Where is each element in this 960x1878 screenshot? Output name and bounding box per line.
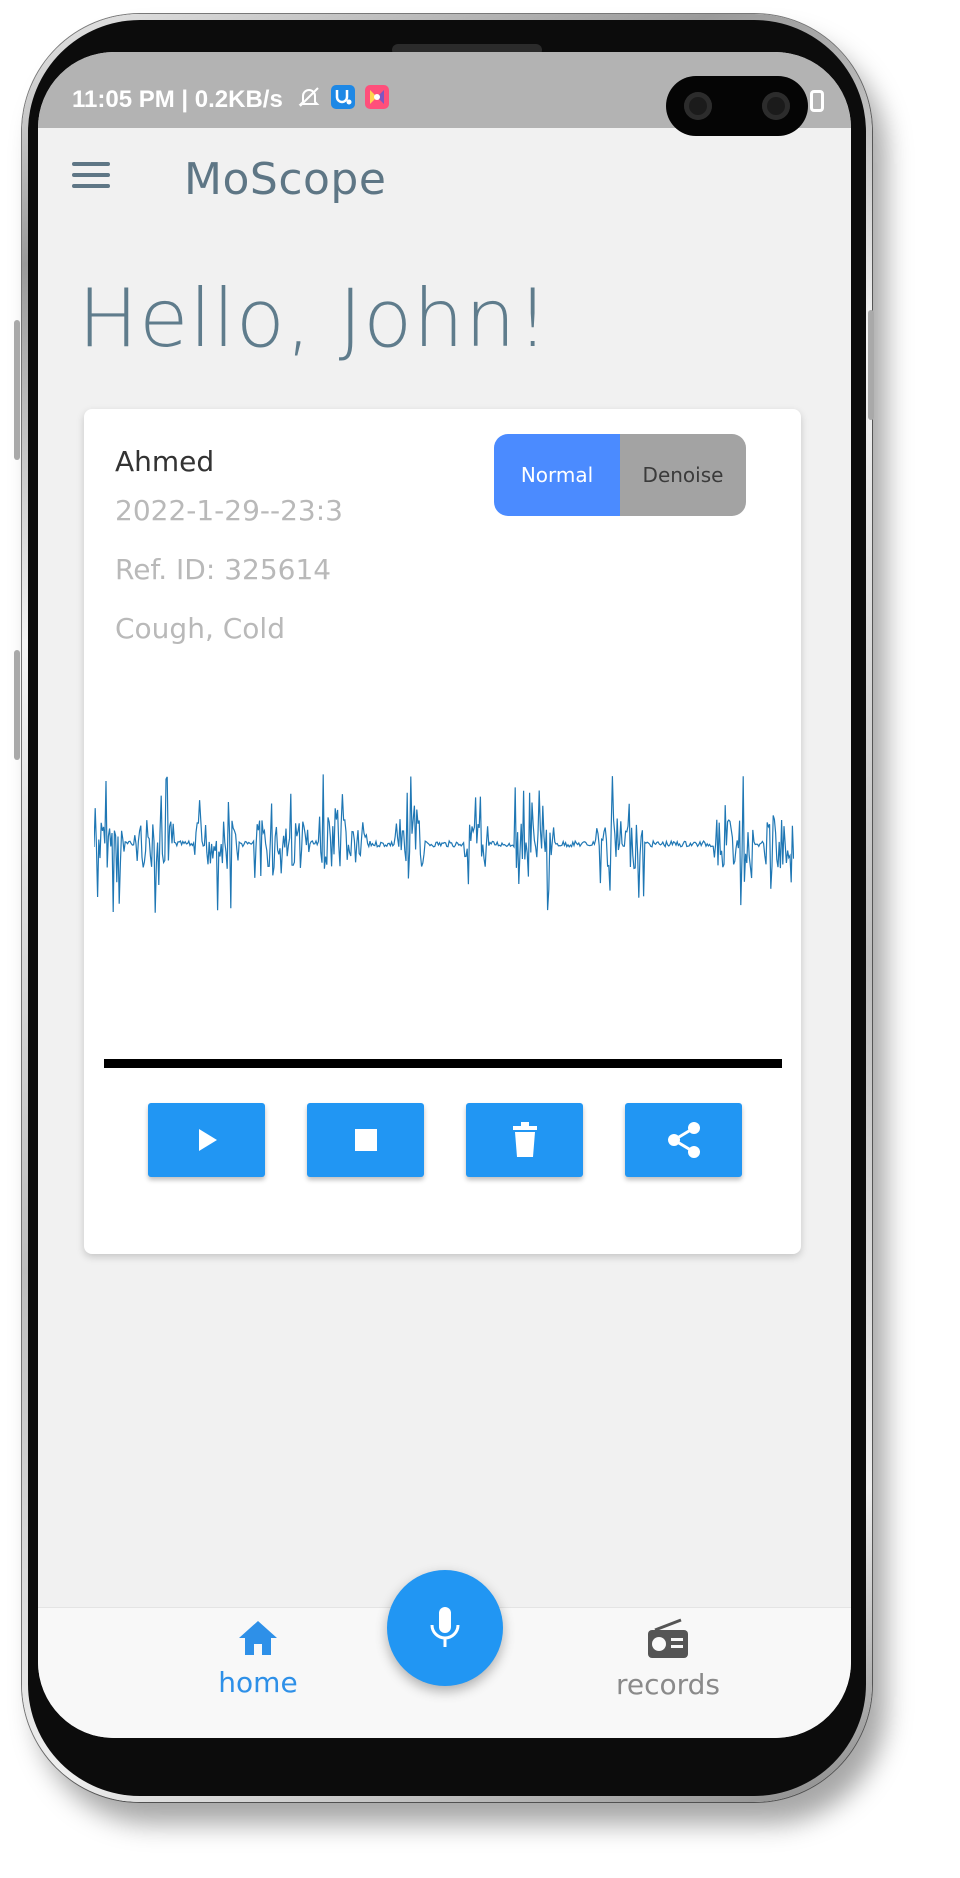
phone-screen: 11:05 PM | 0.2KB/s MoScope Hello, John! …: [38, 52, 851, 1738]
stethoscope-app-icon: [330, 84, 356, 110]
playback-progress-line[interactable]: [104, 1059, 782, 1068]
audio-mode-toggle: Normal Denoise: [494, 434, 746, 516]
greeting-heading: Hello, John!: [78, 272, 550, 365]
camera-lens: [684, 92, 712, 120]
radio-icon: [648, 1618, 688, 1658]
playback-controls: [148, 1103, 748, 1177]
status-icons: [296, 84, 390, 110]
stop-icon: [354, 1129, 377, 1151]
share-button[interactable]: [625, 1103, 742, 1177]
waveform-trace: [94, 774, 794, 913]
battery-icon: [810, 90, 824, 112]
share-icon: [667, 1122, 700, 1158]
app-bar: MoScope: [38, 128, 851, 232]
trash-icon: [512, 1122, 537, 1157]
patient-name: Ahmed: [115, 445, 215, 478]
camera-lens: [762, 92, 790, 120]
recording-date: 2022-1-29--23:3: [115, 494, 343, 527]
front-camera-cutout: [666, 76, 808, 136]
bixby-button: [14, 650, 20, 760]
stop-button[interactable]: [307, 1103, 424, 1177]
app-title: MoScope: [184, 154, 387, 205]
hamburger-menu-icon[interactable]: [72, 162, 112, 190]
record-microphone-button[interactable]: [387, 1570, 503, 1686]
bell-off-icon: [296, 84, 322, 110]
colorful-app-icon: [364, 84, 390, 110]
delete-button[interactable]: [466, 1103, 583, 1177]
recording-card: Ahmed 2022-1-29--23:3 Ref. ID: 325614 Co…: [84, 409, 801, 1254]
power-button: [868, 310, 874, 420]
volume-button: [14, 320, 20, 460]
nav-home[interactable]: home: [178, 1618, 338, 1699]
toggle-denoise[interactable]: Denoise: [620, 434, 746, 516]
toggle-normal[interactable]: Normal: [494, 434, 620, 516]
microphone-icon: [430, 1607, 460, 1647]
audio-waveform: [94, 774, 794, 913]
nav-records-label: records: [615, 1668, 721, 1701]
play-button[interactable]: [148, 1103, 265, 1177]
diagnosis: Cough, Cold: [115, 612, 285, 645]
home-icon: [239, 1621, 277, 1655]
status-bar: 11:05 PM | 0.2KB/s: [38, 52, 851, 136]
status-time-network: 11:05 PM | 0.2KB/s: [72, 86, 283, 113]
play-icon: [198, 1129, 217, 1151]
nav-home-label: home: [218, 1666, 298, 1699]
reference-id: Ref. ID: 325614: [115, 553, 332, 586]
nav-records[interactable]: records: [588, 1618, 748, 1701]
